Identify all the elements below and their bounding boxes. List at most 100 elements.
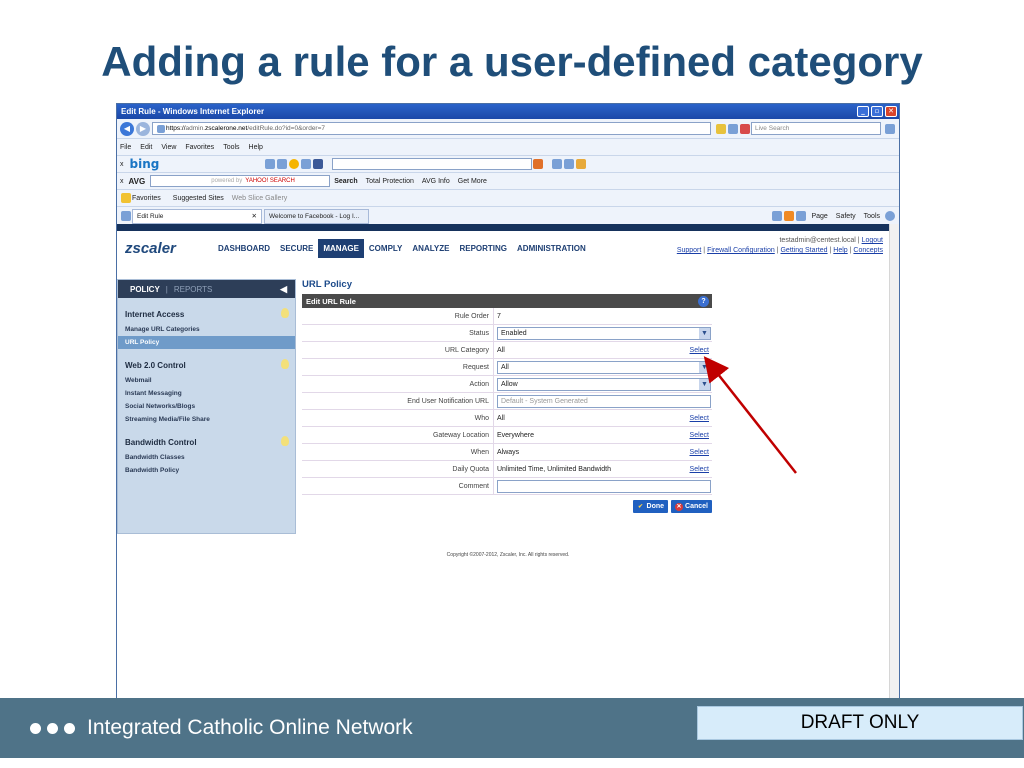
window-titlebar[interactable]: Edit Rule - Windows Internet Explorer _ … (117, 104, 899, 119)
page-scrollbar[interactable] (889, 224, 899, 702)
lightbulb-icon[interactable] (281, 359, 289, 369)
restore-icon[interactable]: ▫ (871, 106, 883, 117)
camera-icon[interactable] (277, 159, 288, 169)
gateway-select-link[interactable]: Select (690, 432, 709, 439)
close-tab-icon[interactable]: ✕ (252, 212, 257, 220)
sidebar-item-instant-messaging[interactable]: Instant Messaging (118, 387, 295, 400)
sidebar-item-url-policy[interactable]: URL Policy (118, 336, 295, 349)
safety-menu[interactable]: Safety (836, 213, 856, 220)
help-link[interactable]: Help (833, 247, 847, 254)
close-toolbar-icon[interactable]: x (120, 161, 124, 168)
comment-input[interactable] (497, 479, 711, 493)
help-icon[interactable]: ? (698, 295, 709, 307)
avg-total-protection[interactable]: Total Protection (366, 178, 414, 185)
avg-search-button[interactable]: Search (334, 178, 357, 185)
star-icon[interactable] (121, 193, 131, 203)
sidebar-tab-policy[interactable]: POLICY (130, 285, 160, 294)
nav-manage[interactable]: MANAGE (318, 238, 364, 258)
bing-search-icon[interactable] (533, 159, 544, 169)
collapse-arrow-icon[interactable]: ◀ (280, 284, 287, 295)
concepts-link[interactable]: Concepts (853, 247, 883, 254)
facebook-icon[interactable] (313, 159, 324, 169)
rss-icon[interactable] (784, 211, 795, 221)
bing-logo: bing (129, 157, 160, 171)
nav-reporting[interactable]: REPORTING (454, 239, 512, 258)
nav-analyze[interactable]: ANALYZE (407, 239, 454, 258)
done-button[interactable]: ✔ Done (632, 500, 669, 513)
favorites-button[interactable]: Favorites (132, 195, 161, 202)
menu-view[interactable]: View (161, 144, 176, 151)
mail-icon[interactable] (301, 159, 312, 169)
close-icon[interactable]: ✕ (885, 106, 897, 117)
bing-search-input[interactable] (332, 158, 533, 170)
live-search-input[interactable]: Live Search (751, 122, 881, 135)
forward-icon[interactable]: ▶ (136, 121, 150, 136)
slide: Adding a rule for a user-defined categor… (0, 0, 1024, 768)
url-category-select-link[interactable]: Select (690, 347, 709, 354)
gamepad-icon[interactable] (564, 159, 575, 169)
gateway-location-cell: Everywhere Select (494, 427, 712, 443)
lightbulb-icon[interactable] (281, 308, 289, 318)
tab-facebook[interactable]: Welcome to Facebook - Log I... (264, 208, 369, 224)
request-select[interactable]: All ▼ (497, 360, 711, 374)
stop-icon[interactable] (740, 123, 750, 134)
sun-icon[interactable] (289, 159, 300, 169)
sidebar-item-bandwidth-policy[interactable]: Bandwidth Policy (118, 464, 295, 477)
help-menu-icon[interactable] (885, 211, 895, 221)
chevron-down-icon[interactable]: ▼ (699, 378, 710, 390)
when-select-link[interactable]: Select (690, 449, 709, 456)
page-title: URL Policy (302, 279, 352, 290)
nav-administration[interactable]: ADMINISTRATION (512, 239, 591, 258)
tab-edit-rule[interactable]: Edit Rule ✕ (132, 208, 262, 224)
tools-menu[interactable]: Tools (864, 213, 880, 220)
print-icon[interactable] (796, 211, 807, 221)
sidebar-item-streaming-media[interactable]: Streaming Media/File Share (118, 413, 295, 426)
chevron-down-icon[interactable]: ▼ (699, 361, 710, 373)
back-icon[interactable]: ◀ (120, 121, 134, 136)
lock-icon[interactable] (716, 123, 726, 134)
menu-help[interactable]: Help (249, 144, 263, 151)
nav-secure[interactable]: SECURE (275, 239, 318, 258)
menu-favorites[interactable]: Favorites (185, 144, 214, 151)
who-select-link[interactable]: Select (690, 415, 709, 422)
sidebar-item-social-networks[interactable]: Social Networks/Blogs (118, 400, 295, 413)
search-icon[interactable] (885, 123, 895, 134)
action-select[interactable]: Allow ▼ (497, 377, 711, 391)
menu-edit[interactable]: Edit (140, 144, 152, 151)
notification-url-input[interactable]: Default - System Generated (497, 394, 711, 408)
minimize-icon[interactable]: _ (857, 106, 869, 117)
close-avg-icon[interactable]: x (120, 178, 124, 185)
firewall-config-link[interactable]: Firewall Configuration (707, 247, 775, 254)
quota-select-link[interactable]: Select (690, 466, 709, 473)
avg-search-input[interactable]: powered by YAHOO! SEARCH (150, 175, 331, 187)
logout-link[interactable]: Logout (862, 237, 883, 244)
zscaler-logo[interactable]: zscaler (125, 240, 213, 257)
page-menu[interactable]: Page (811, 213, 827, 220)
avg-get-more[interactable]: Get More (458, 178, 487, 185)
cancel-button[interactable]: ✕ Cancel (671, 500, 712, 513)
web-slice-gallery[interactable]: Web Slice Gallery (232, 195, 288, 202)
chevron-down-icon[interactable]: ▼ (699, 327, 710, 339)
lightbulb-icon[interactable] (281, 436, 289, 446)
suggested-sites[interactable]: Suggested Sites (173, 195, 224, 202)
quick-tabs-icon[interactable] (121, 211, 131, 221)
sidebar-item-manage-url-categories[interactable]: Manage URL Categories (118, 323, 295, 336)
nav-dashboard[interactable]: DASHBOARD (213, 239, 275, 258)
support-link[interactable]: Support (677, 247, 702, 254)
thumbs-up-icon[interactable] (552, 159, 563, 169)
tools-icon[interactable] (576, 159, 587, 169)
pencil-icon[interactable] (265, 159, 276, 169)
menu-file[interactable]: File (120, 144, 131, 151)
status-select[interactable]: Enabled ▼ (497, 326, 711, 340)
home-icon[interactable] (772, 211, 783, 221)
cancel-icon: ✕ (675, 502, 684, 511)
refresh-icon[interactable] (728, 123, 738, 134)
sidebar-item-bandwidth-classes[interactable]: Bandwidth Classes (118, 451, 295, 464)
sidebar-tab-reports[interactable]: REPORTS (174, 285, 213, 294)
getting-started-link[interactable]: Getting Started (780, 247, 827, 254)
address-bar[interactable]: https:// admin. zscalerone.net /editRule… (152, 122, 711, 135)
menu-tools[interactable]: Tools (223, 144, 239, 151)
nav-comply[interactable]: COMPLY (364, 239, 408, 258)
sidebar-item-webmail[interactable]: Webmail (118, 374, 295, 387)
avg-info[interactable]: AVG Info (422, 178, 450, 185)
